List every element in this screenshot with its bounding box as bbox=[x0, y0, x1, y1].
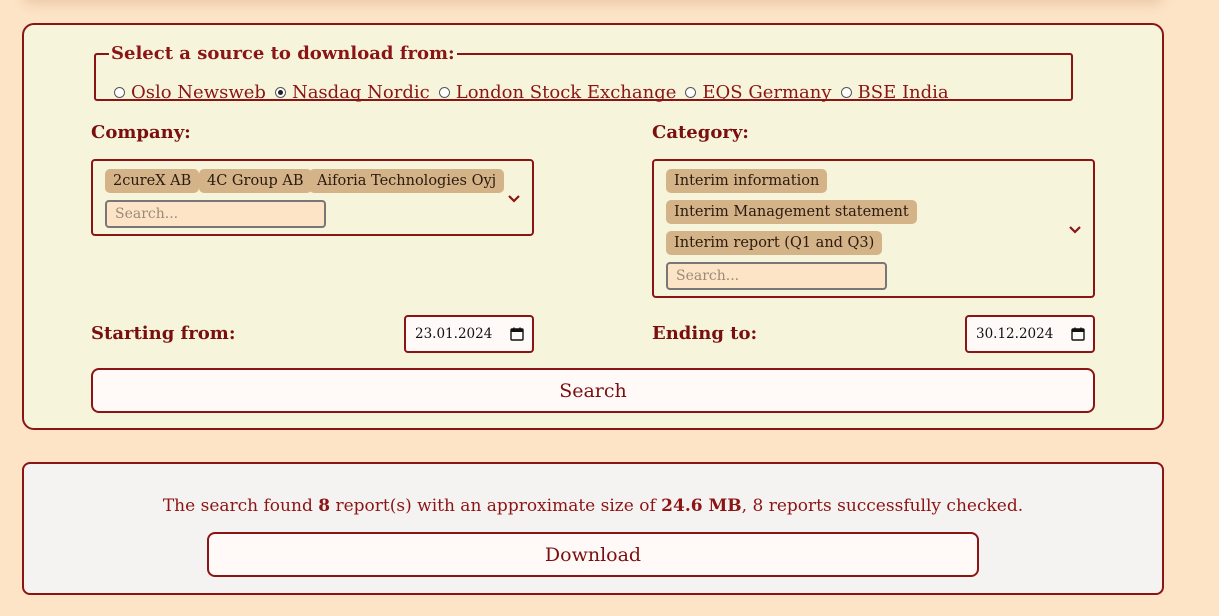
radio-bse-india[interactable]: BSE India bbox=[840, 82, 949, 103]
category-tag[interactable]: Interim report (Q1 and Q3) bbox=[666, 231, 883, 255]
results-panel: The search found 8 report(s) with an app… bbox=[22, 462, 1164, 595]
chevron-down-icon[interactable] bbox=[1065, 220, 1085, 240]
end-date-value: 30.12.2024 bbox=[976, 326, 1054, 342]
search-result-summary: The search found 8 report(s) with an app… bbox=[24, 496, 1162, 516]
search-form-panel: Select a source to download from: Oslo N… bbox=[22, 23, 1164, 430]
calendar-icon[interactable] bbox=[510, 327, 524, 341]
category-tag[interactable]: Interim information bbox=[666, 169, 828, 193]
radio-button[interactable] bbox=[840, 87, 852, 98]
company-multiselect[interactable]: 2cureX AB 4C Group AB Aiforia Technologi… bbox=[91, 159, 534, 236]
radio-oslo-newsweb[interactable]: Oslo Newsweb bbox=[114, 82, 266, 103]
end-date-input[interactable]: 30.12.2024 bbox=[965, 315, 1095, 353]
end-date-label: Ending to: bbox=[652, 323, 758, 344]
category-search-input[interactable] bbox=[666, 262, 887, 290]
download-button[interactable]: Download bbox=[207, 532, 979, 577]
result-middle: report(s) with an approximate size of bbox=[330, 496, 662, 516]
result-size: 24.6 MB bbox=[661, 496, 742, 516]
radio-button[interactable] bbox=[114, 87, 125, 98]
radio-label: EQS Germany bbox=[702, 82, 832, 103]
radio-button-selected[interactable] bbox=[274, 87, 286, 98]
category-multiselect[interactable]: Interim information Interim Management s… bbox=[652, 159, 1095, 298]
company-search-input[interactable] bbox=[105, 200, 326, 228]
company-tag[interactable]: 2cureX AB bbox=[105, 169, 200, 193]
source-selector: Select a source to download from: Oslo N… bbox=[94, 43, 1073, 103]
result-prefix: The search found bbox=[162, 496, 319, 516]
start-date-value: 23.01.2024 bbox=[415, 326, 493, 342]
chevron-down-icon[interactable] bbox=[504, 189, 524, 209]
company-tag[interactable]: 4C Group AB bbox=[199, 169, 312, 193]
search-button[interactable]: Search bbox=[91, 368, 1095, 413]
radio-label: London Stock Exchange bbox=[455, 82, 677, 103]
radio-button[interactable] bbox=[438, 87, 450, 98]
start-date-label: Starting from: bbox=[91, 323, 236, 344]
source-radio-group: Oslo Newsweb Nasdaq Nordic London Stock … bbox=[114, 82, 958, 103]
category-tag[interactable]: Interim Management statement bbox=[666, 200, 917, 224]
calendar-icon[interactable] bbox=[1071, 327, 1085, 341]
radio-nasdaq-nordic[interactable]: Nasdaq Nordic bbox=[274, 82, 430, 103]
radio-london-stock-exchange[interactable]: London Stock Exchange bbox=[438, 82, 677, 103]
source-legend: Select a source to download from: bbox=[111, 43, 455, 64]
company-tag[interactable]: Aiforia Technologies Oyj bbox=[309, 169, 505, 193]
radio-label: Nasdaq Nordic bbox=[291, 82, 430, 103]
radio-label: Oslo Newsweb bbox=[131, 82, 266, 103]
radio-eqs-germany[interactable]: EQS Germany bbox=[685, 82, 832, 103]
radio-label: BSE India bbox=[857, 82, 949, 103]
result-count: 8 bbox=[318, 496, 331, 516]
result-suffix: , 8 reports successfully checked. bbox=[741, 496, 1024, 516]
company-label: Company: bbox=[91, 122, 191, 143]
category-label: Category: bbox=[652, 122, 749, 143]
radio-button[interactable] bbox=[685, 87, 697, 98]
start-date-input[interactable]: 23.01.2024 bbox=[404, 315, 534, 353]
